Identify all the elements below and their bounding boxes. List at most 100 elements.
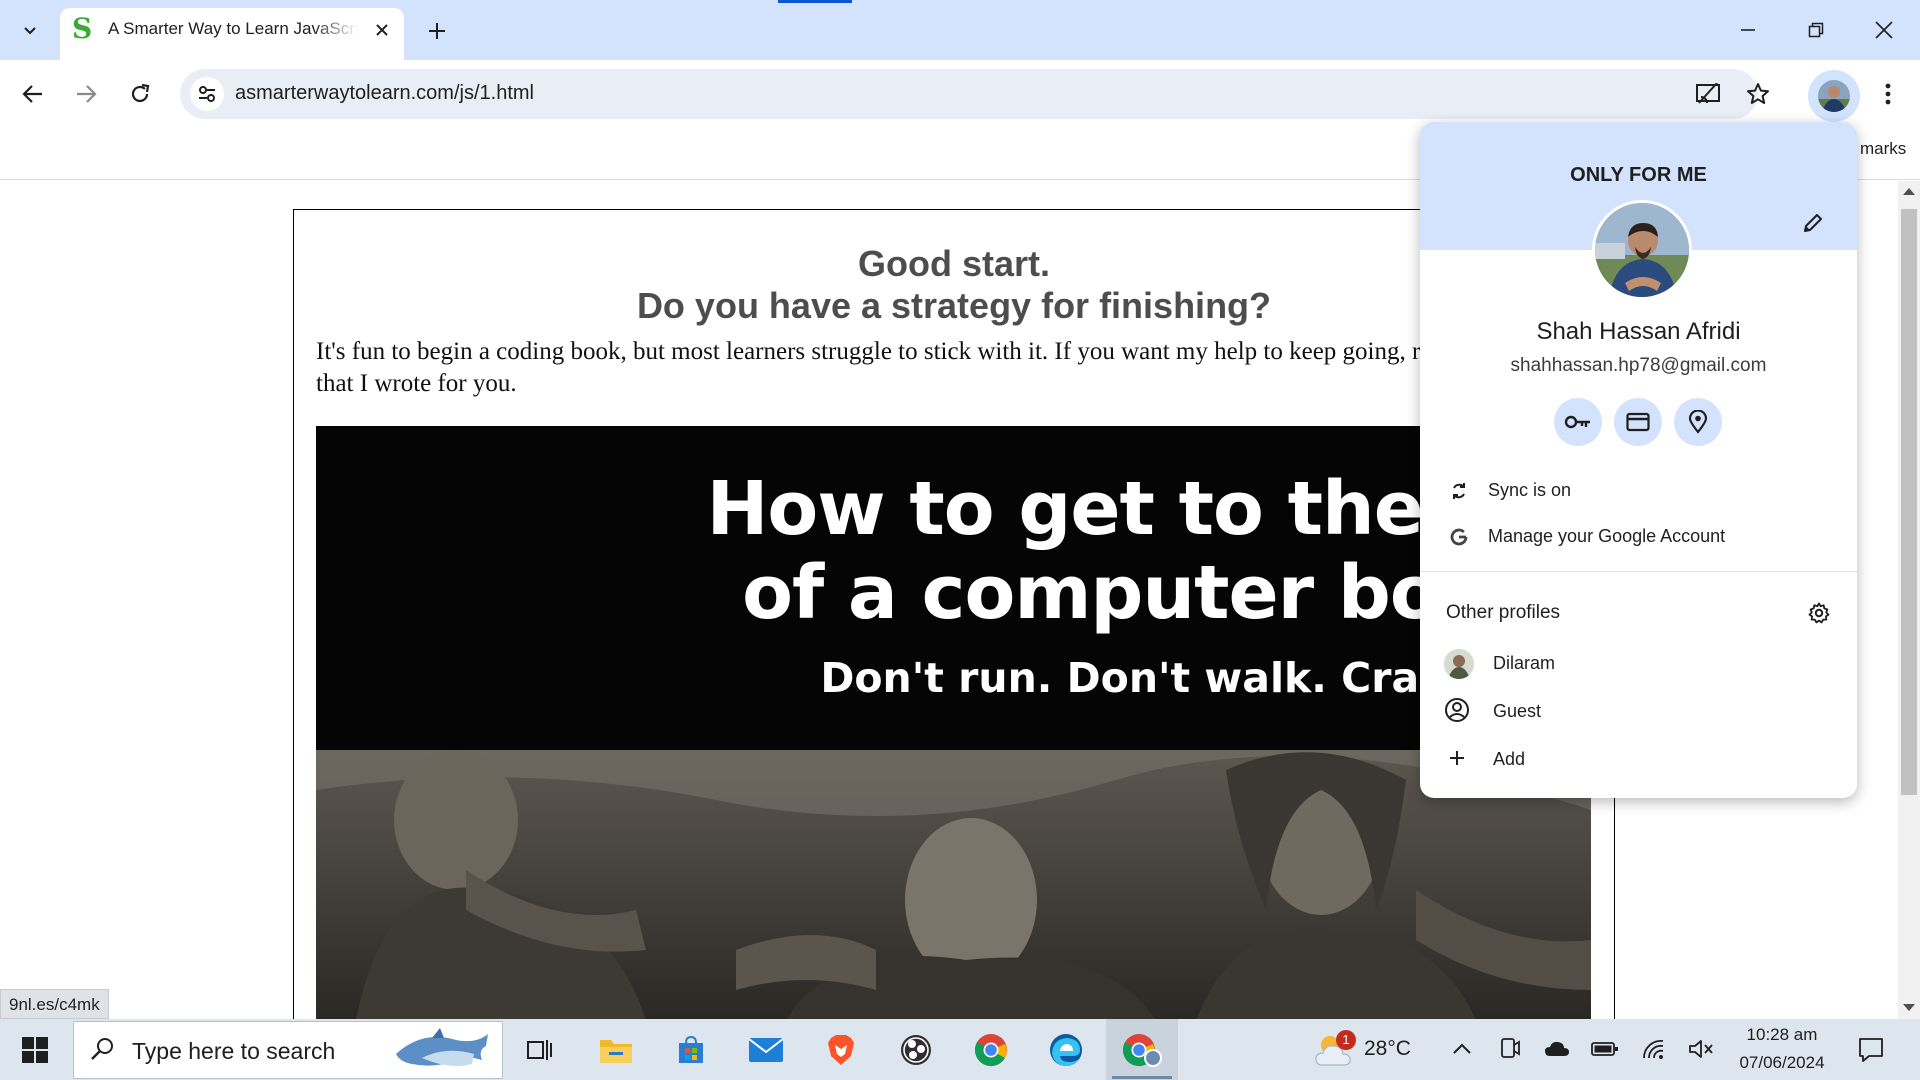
more-menu-button[interactable] xyxy=(1870,76,1906,112)
obs-studio-button[interactable] xyxy=(880,1019,952,1080)
start-button[interactable] xyxy=(0,1019,70,1080)
reload-icon xyxy=(131,83,150,103)
kebab-menu-icon xyxy=(1885,83,1891,105)
profile-item-dilaram[interactable]: Dilaram xyxy=(1493,653,1555,674)
meet-now-icon[interactable] xyxy=(1495,1034,1525,1064)
mail-icon xyxy=(748,1037,784,1062)
cast-off-icon[interactable] xyxy=(1690,76,1726,112)
minimize-button[interactable] xyxy=(1726,10,1770,50)
minimize-icon xyxy=(1741,29,1755,31)
mail-button[interactable] xyxy=(730,1019,802,1080)
chat-bubble-icon xyxy=(1859,1038,1883,1062)
add-profile-item[interactable]: Add xyxy=(1493,749,1525,770)
location-pin-icon xyxy=(1689,410,1707,434)
chevron-down-icon xyxy=(24,27,36,35)
windows-logo-icon xyxy=(22,1036,48,1063)
forward-button[interactable] xyxy=(66,74,106,114)
folder-icon xyxy=(600,1039,632,1063)
page-heading: Good start. xyxy=(857,243,1050,284)
manage-profiles-button[interactable] xyxy=(1804,598,1834,628)
pencil-icon xyxy=(1804,214,1822,232)
key-icon xyxy=(1564,415,1590,429)
microsoft-store-button[interactable] xyxy=(655,1019,727,1080)
guest-profile-icon xyxy=(1444,697,1470,723)
profile-avatar-button[interactable] xyxy=(1808,70,1860,122)
scrollbar-thumb[interactable] xyxy=(1898,206,1920,798)
manage-google-account-item[interactable]: Manage your Google Account xyxy=(1488,526,1725,547)
chevron-up-icon xyxy=(1453,1043,1471,1054)
volume-muted-icon[interactable] xyxy=(1686,1034,1716,1064)
restore-button[interactable] xyxy=(1794,10,1838,50)
gear-icon xyxy=(1808,602,1830,624)
sync-icon xyxy=(1446,478,1472,504)
chrome-profile-button[interactable] xyxy=(1106,1019,1178,1080)
profile-avatar-dilaram xyxy=(1444,649,1474,679)
task-view-icon xyxy=(527,1039,552,1060)
search-icon xyxy=(88,1034,118,1064)
plus-icon xyxy=(429,23,445,39)
google-g-icon xyxy=(1446,524,1472,550)
sync-status-item[interactable]: Sync is on xyxy=(1488,480,1571,501)
tune-icon xyxy=(199,86,215,102)
page-subheading: Do you have a strategy for finishing? xyxy=(636,285,1272,326)
payment-methods-button[interactable] xyxy=(1614,398,1662,446)
profile-name: Shah Hassan Afridi xyxy=(1536,318,1741,345)
intro-paragraph: It's fun to begin a coding book, but mos… xyxy=(316,338,1558,397)
passwords-button[interactable] xyxy=(1554,398,1602,446)
scroll-up-arrow-icon[interactable] xyxy=(1903,188,1915,195)
active-app-indicator xyxy=(1112,1076,1172,1079)
addresses-button[interactable] xyxy=(1674,398,1722,446)
brave-browser-button[interactable] xyxy=(805,1019,877,1080)
clock-time[interactable]: 10:28 am xyxy=(1734,1025,1830,1045)
profile-menu-popup: ONLY FOR ME Shah Hassan Afridi shahhassa… xyxy=(1420,122,1857,798)
promo-photo[interactable] xyxy=(316,750,1591,1020)
window-close-button[interactable] xyxy=(1862,10,1906,50)
onedrive-cloud-icon[interactable] xyxy=(1542,1034,1572,1064)
loading-indicator xyxy=(778,0,852,3)
other-profiles-heading: Other profiles xyxy=(1446,602,1561,623)
profile-avatar xyxy=(1592,200,1692,300)
arrow-left-icon xyxy=(22,85,42,103)
profile-label: ONLY FOR ME xyxy=(1570,164,1707,186)
weather-alert-badge: 1 xyxy=(1336,1030,1356,1050)
profile-item-guest[interactable]: Guest xyxy=(1493,701,1541,722)
chrome-button[interactable] xyxy=(955,1019,1027,1080)
edit-profile-button[interactable] xyxy=(1796,206,1830,240)
site-info-button[interactable] xyxy=(190,77,224,111)
close-icon xyxy=(1875,21,1893,39)
restore-icon xyxy=(1808,22,1824,38)
weather-temperature[interactable]: 28°C xyxy=(1364,1037,1411,1061)
add-profile-plus-icon xyxy=(1444,745,1470,771)
tab-favicon-icon: S xyxy=(72,12,93,45)
task-view-button[interactable] xyxy=(504,1019,576,1080)
scroll-down-arrow-icon[interactable] xyxy=(1903,1004,1915,1011)
file-explorer-button[interactable] xyxy=(580,1019,652,1080)
avatar xyxy=(1818,80,1850,112)
edge-icon xyxy=(1050,1033,1082,1066)
brave-lion-icon xyxy=(828,1034,854,1065)
arrow-right-icon xyxy=(77,85,97,103)
battery-icon[interactable] xyxy=(1590,1034,1620,1064)
obs-icon xyxy=(901,1034,931,1065)
all-bookmarks-link[interactable]: marks xyxy=(1860,139,1906,159)
reload-button[interactable] xyxy=(120,74,160,114)
clock-date[interactable]: 07/06/2024 xyxy=(1734,1053,1830,1073)
show-hidden-icons-button[interactable] xyxy=(1447,1034,1477,1064)
profile-email: shahhassan.hp78@gmail.com xyxy=(1510,355,1767,376)
bookmark-star-icon[interactable] xyxy=(1740,76,1776,112)
back-button[interactable] xyxy=(13,74,53,114)
tab-search-button[interactable] xyxy=(10,10,50,50)
close-icon xyxy=(376,24,388,36)
search-placeholder: Type here to search xyxy=(132,1038,336,1064)
new-tab-button[interactable] xyxy=(420,14,454,48)
url-text[interactable]: asmarterwaytolearn.com/js/1.html xyxy=(235,82,534,108)
edge-button[interactable] xyxy=(1030,1019,1102,1080)
tab-title: A Smarter Way to Learn JavaScript xyxy=(108,19,358,38)
wifi-icon[interactable] xyxy=(1638,1034,1668,1064)
store-icon xyxy=(679,1035,703,1063)
notification-center-button[interactable] xyxy=(1853,1032,1889,1068)
chrome-icon xyxy=(974,1033,1007,1066)
search-highlight-image xyxy=(392,1024,496,1076)
tab-close-button[interactable] xyxy=(370,18,394,42)
credit-card-icon xyxy=(1626,412,1650,432)
